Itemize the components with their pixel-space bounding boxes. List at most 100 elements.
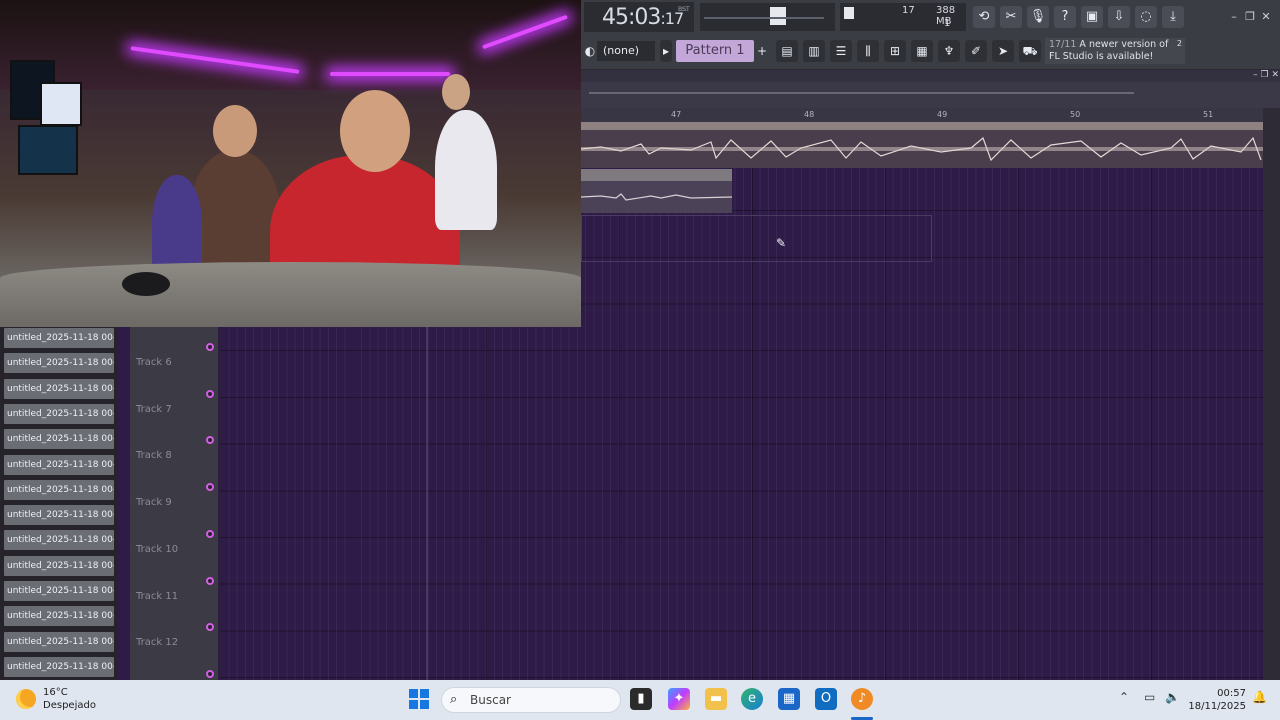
close-icon[interactable]: ✕: [1259, 10, 1273, 24]
microphone-icon[interactable]: 🎙: [1027, 6, 1049, 28]
cut-icon[interactable]: ✂: [1000, 6, 1022, 28]
slider-handle[interactable]: [770, 7, 786, 25]
track-name[interactable]: Track 10: [136, 544, 178, 555]
browser-file-item[interactable]: untitled_2025-11-18 00-...: [4, 378, 114, 399]
task-view-icon[interactable]: ▮: [630, 688, 652, 710]
bar-48: 48: [804, 110, 815, 119]
cpu-value: 17: [902, 5, 915, 16]
notification-icon[interactable]: 🔔: [1252, 690, 1267, 704]
slider-track: [704, 17, 824, 19]
help-icon[interactable]: ?: [1054, 6, 1076, 28]
polyphony-value: 1: [944, 18, 951, 29]
vertical-scrollbar[interactable]: [1263, 108, 1280, 680]
hint-counter: 17/11: [1049, 39, 1077, 50]
browser-file-item[interactable]: untitled_2025-11-18 00-...: [4, 555, 114, 576]
playlist-icon[interactable]: ▤: [776, 40, 798, 62]
person-head: [442, 74, 470, 110]
browser-file-item[interactable]: untitled_2025-11-18 00-...: [4, 429, 114, 450]
store-icon[interactable]: ⛟: [1019, 40, 1041, 62]
outlook-icon[interactable]: O: [815, 688, 837, 710]
shortcut-icon[interactable]: ➤: [992, 40, 1014, 62]
person-head: [340, 90, 410, 172]
restore-icon[interactable]: ❐: [1243, 10, 1257, 24]
browser-file-item[interactable]: untitled_2025-11-18 00-...: [4, 479, 114, 500]
audio-clip-2[interactable]: [580, 169, 733, 213]
clock-time: 00:57: [1217, 688, 1246, 699]
browser-file-item[interactable]: untitled_2025-11-18 00-...: [4, 353, 114, 374]
touch-controller-icon[interactable]: ✐: [965, 40, 987, 62]
copilot-icon[interactable]: ✦: [668, 688, 690, 710]
track-name[interactable]: Track 8: [136, 450, 172, 461]
add-pattern-icon[interactable]: +: [756, 40, 768, 62]
browser-file-item[interactable]: untitled_2025-11-18 00-...: [4, 656, 114, 677]
windows-start-icon[interactable]: [408, 688, 430, 710]
browser-file-item[interactable]: untitled_2025-11-18 00-...: [4, 403, 114, 424]
track-name[interactable]: Track 12: [136, 637, 178, 648]
play-arrow-icon[interactable]: ▸: [660, 40, 672, 62]
store-app-icon[interactable]: ▦: [778, 688, 800, 710]
save-icon[interactable]: ▣: [1081, 6, 1103, 28]
edge-icon[interactable]: e: [741, 688, 763, 710]
mixer-icon[interactable]: ⫼: [857, 40, 879, 62]
browser-file-item[interactable]: untitled_2025-11-18 00-...: [4, 631, 114, 652]
snap-icon[interactable]: ◐: [584, 40, 596, 62]
webcam-monitor: [40, 82, 82, 126]
undo-icon[interactable]: ⟲: [973, 6, 995, 28]
browser-file-item[interactable]: untitled_2025-11-18 00-...: [4, 606, 114, 627]
track-mute-toggle[interactable]: [206, 576, 214, 585]
taskbar-search[interactable]: ⌕ Buscar: [441, 687, 621, 713]
minimize-icon[interactable]: –: [1227, 10, 1241, 24]
browser-file-item[interactable]: untitled_2025-11-18 00-...: [4, 530, 114, 551]
selected-region[interactable]: [581, 215, 932, 262]
download-icon[interactable]: ⤓: [1162, 6, 1184, 28]
project-icon[interactable]: ▦: [911, 40, 933, 62]
chat-icon[interactable]: ◌: [1135, 6, 1157, 28]
update-hint[interactable]: 17/11 A newer version of FL Studio is av…: [1045, 38, 1185, 64]
horizontal-scrollbar[interactable]: [589, 92, 1134, 94]
track-name[interactable]: Track 11: [136, 591, 178, 602]
plugin-icon[interactable]: ♆: [938, 40, 960, 62]
audio-waveform: [580, 136, 1263, 162]
person-brown-hoodie: [190, 150, 280, 280]
file-explorer-icon[interactable]: ▬: [705, 688, 727, 710]
export-icon[interactable]: ⇩: [1108, 6, 1130, 28]
track-mute-toggle[interactable]: [206, 529, 214, 538]
playlist-window-controls[interactable]: – ❐ ✕: [1231, 70, 1279, 82]
piano-roll-icon[interactable]: ▥: [803, 40, 825, 62]
hint-badge: 2: [1176, 39, 1182, 48]
track-name[interactable]: Track 6: [136, 357, 172, 368]
search-icon: ⌕: [450, 692, 458, 707]
master-volume-slider[interactable]: [700, 3, 835, 31]
timeline-ruler[interactable]: 47 48 49 50 51: [581, 108, 1263, 122]
track-name[interactable]: Track 7: [136, 404, 172, 415]
tray-chevron-icon[interactable]: ⌃: [1119, 690, 1129, 704]
pattern-selector[interactable]: Pattern 1: [676, 40, 754, 62]
track-mute-toggle[interactable]: [206, 669, 214, 678]
volume-icon[interactable]: 🔈: [1165, 690, 1180, 704]
track-mute-toggle[interactable]: [206, 389, 214, 398]
channel-rack-icon[interactable]: ☰: [830, 40, 852, 62]
time-format-label: B:S:T: [678, 6, 690, 13]
audio-clip-1[interactable]: [580, 122, 1263, 168]
weather-widget[interactable]: 16°C Despejado: [16, 686, 96, 712]
browser-file-item[interactable]: untitled_2025-11-18 00-...: [4, 328, 114, 348]
fl-studio-icon[interactable]: ♪: [851, 688, 873, 710]
browser-file-item[interactable]: untitled_2025-11-18 00-...: [4, 505, 114, 526]
track-name[interactable]: Track 9: [136, 497, 172, 508]
track-mute-toggle[interactable]: [206, 343, 214, 351]
clock-date: 18/11/2025: [1188, 701, 1246, 712]
channel-selector[interactable]: (none): [597, 41, 655, 61]
playlist-header: – ❐ ✕: [581, 70, 1280, 108]
webcam-desk: [0, 262, 581, 327]
browser-icon[interactable]: ⊞: [884, 40, 906, 62]
network-icon[interactable]: ▭: [1144, 690, 1155, 704]
taskbar-clock[interactable]: 00:57 18/11/2025: [1186, 687, 1246, 713]
playlist-title-bar: [581, 70, 1280, 82]
bar-51: 51: [1203, 110, 1214, 119]
browser-file-item[interactable]: untitled_2025-11-18 00-...: [4, 581, 114, 601]
neon-light: [330, 72, 450, 76]
weather-condition: Despejado: [43, 700, 96, 711]
webcam-overlay: [0, 0, 581, 327]
song-position-display[interactable]: 45:03:17 B:S:T: [584, 2, 694, 32]
browser-file-item[interactable]: untitled_2025-11-18 00-...: [4, 454, 114, 475]
